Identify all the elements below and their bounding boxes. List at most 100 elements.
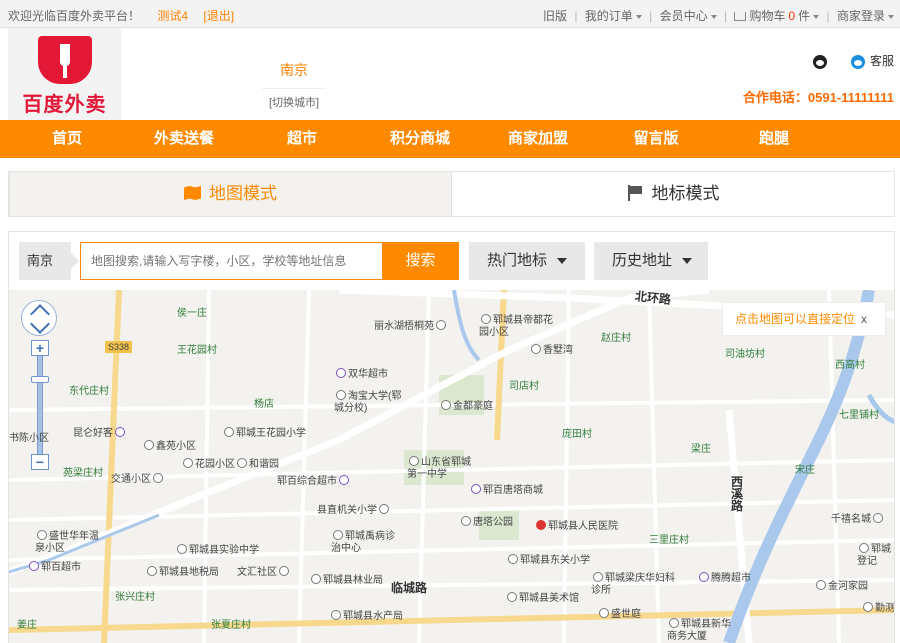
map-label: 盛世华年温泉小区 — [35, 530, 99, 554]
map-label: 郓城县美术馆 — [505, 592, 579, 605]
hot-landmarks-label: 热门地标 — [487, 252, 548, 269]
map-label: 张夏庄村 — [211, 620, 251, 631]
map-icon — [184, 186, 201, 200]
history-address-dropdown[interactable]: 历史地址 — [594, 242, 708, 280]
poi-icon — [599, 608, 609, 618]
map-pan-control[interactable] — [21, 300, 57, 336]
poi-icon — [147, 566, 157, 576]
map-label: 郓百综合超市 — [277, 475, 351, 488]
logo-bag-icon — [38, 36, 92, 84]
service-label[interactable]: 客服 — [870, 54, 894, 68]
map-label: 交通小区 — [111, 473, 165, 486]
tab-landmark-mode-label: 地标模式 — [651, 184, 720, 203]
nav-item-join[interactable]: 商家加盟 — [498, 120, 578, 158]
map-label: 文汇社区 — [237, 566, 291, 579]
nav-item-home[interactable]: 首页 — [27, 120, 107, 158]
top-bar: 欢迎光临百度外卖平台！ 测试4 [退出] 旧版 | 我的订单 | 会员中心 | … — [0, 0, 900, 28]
nav-item-guestbook[interactable]: 留言版 — [616, 120, 696, 158]
map-label: 东代庄村 — [69, 386, 109, 397]
tab-map-mode[interactable]: 地图模式 — [9, 172, 452, 216]
poi-icon — [37, 530, 47, 540]
zoom-in-button[interactable]: + — [31, 340, 49, 356]
city-selector: 南京 [切换城市] — [262, 60, 326, 110]
history-address-label: 历史地址 — [612, 252, 673, 269]
caret-down-icon — [635, 14, 642, 19]
map-hint-text: 点击地图可以直接定位 — [735, 312, 856, 326]
poi-icon — [409, 456, 419, 466]
merchant-login-label: 商家登录 — [836, 9, 885, 23]
top-bar-left: 欢迎光临百度外卖平台！ 测试4 [退出] — [8, 7, 234, 24]
username-link[interactable]: 测试4 — [157, 9, 188, 23]
map-label: 双华超市 — [334, 368, 388, 381]
nav-item-delivery[interactable]: 外卖送餐 — [144, 120, 224, 158]
map-label: 郓城登记 — [857, 543, 891, 567]
map-label: 唐塔公园 — [459, 516, 513, 529]
map-label: 北环路 — [634, 290, 672, 307]
cart-link[interactable]: 购物车 0 件 — [734, 9, 820, 23]
merchant-login-menu[interactable]: 商家登录 — [837, 9, 894, 23]
hint-close-button[interactable]: x — [861, 312, 867, 326]
poi-icon — [699, 572, 709, 582]
map-label: 昆仑好客 — [73, 427, 127, 440]
my-orders-menu[interactable]: 我的订单 — [585, 9, 642, 23]
zoom-out-button[interactable]: − — [31, 454, 49, 470]
map-label: 司店村 — [509, 381, 539, 392]
map-label: 勤测 — [861, 602, 894, 615]
map-label: 司油坊村 — [725, 349, 765, 360]
map-label: 西溪路 — [731, 475, 744, 513]
poi-icon — [873, 513, 883, 523]
poi-icon — [311, 574, 321, 584]
map-label: 姜庄 — [17, 620, 37, 631]
poi-icon — [333, 530, 343, 540]
qq-icon[interactable] — [813, 54, 828, 69]
search-city-chip: 南京 — [19, 242, 79, 280]
triangle-down-icon — [557, 258, 568, 265]
zoom-slider-handle[interactable] — [31, 376, 49, 383]
map-label: 郓百超市 — [27, 561, 81, 574]
customer-service: 客服 合作电话：0591-11111111 — [743, 52, 894, 106]
poi-icon — [669, 618, 679, 628]
hot-landmarks-dropdown[interactable]: 热门地标 — [469, 242, 585, 280]
cart-icon — [734, 12, 747, 22]
old-version-link[interactable]: 旧版 — [543, 9, 567, 23]
tab-landmark-mode[interactable]: 地标模式 — [452, 172, 895, 216]
search-button[interactable]: 搜索 — [382, 242, 459, 280]
caret-down-icon — [710, 14, 717, 19]
map-label: 郓城县水产局 — [329, 610, 403, 623]
nav-item-points-mall[interactable]: 积分商城 — [380, 120, 460, 158]
fork-icon — [60, 44, 70, 78]
qq-icon[interactable] — [850, 54, 865, 69]
map-label: 宋庄 — [795, 465, 815, 476]
map-canvas[interactable]: + − 点击地图可以直接定位 x 北环路 侯一庄 丽水湖梧桐苑 郓城县帝都花园小区… — [8, 290, 895, 643]
member-center-menu[interactable]: 会员中心 — [660, 9, 717, 23]
zoom-slider[interactable] — [37, 355, 43, 463]
nav-item-errand[interactable]: 跑腿 — [734, 120, 814, 158]
caret-down-icon — [813, 14, 820, 19]
hospital-icon — [536, 520, 546, 530]
map-label: 淘宝大学(郓城分校) — [334, 390, 402, 414]
map-label: 张兴庄村 — [115, 592, 155, 603]
cart-label: 购物车 — [749, 9, 786, 23]
switch-city-link[interactable]: [切换城市] — [262, 88, 326, 110]
map-label: 郓百唐塔商城 — [469, 484, 543, 497]
poi-icon — [237, 458, 247, 468]
map-label: 梁庄 — [691, 444, 711, 455]
map-label: 腾腾超市 — [697, 572, 751, 585]
poi-icon — [531, 344, 541, 354]
nav-item-supermarket[interactable]: 超市 — [262, 120, 342, 158]
map-label: 花园小区 和谐园 — [181, 458, 279, 471]
triangle-down-icon — [682, 258, 693, 265]
site-logo[interactable]: 百度外卖 — [8, 28, 121, 120]
map-search-input[interactable] — [80, 242, 382, 280]
caret-down-icon — [888, 14, 894, 19]
member-center-label: 会员中心 — [659, 9, 708, 23]
map-label: 郓城县地税局 — [145, 566, 219, 579]
poi-icon — [481, 314, 491, 324]
main-nav: 首页 外卖送餐 超市 积分商城 商家加盟 留言版 跑腿 — [0, 120, 900, 158]
poi-icon — [379, 504, 389, 514]
poi-icon — [336, 390, 346, 400]
logout-link[interactable]: [退出] — [203, 9, 234, 23]
map-label: 郓城梁庆华妇科诊所 — [591, 572, 675, 596]
poi-icon — [339, 475, 349, 485]
tab-map-mode-label: 地图模式 — [209, 184, 277, 203]
